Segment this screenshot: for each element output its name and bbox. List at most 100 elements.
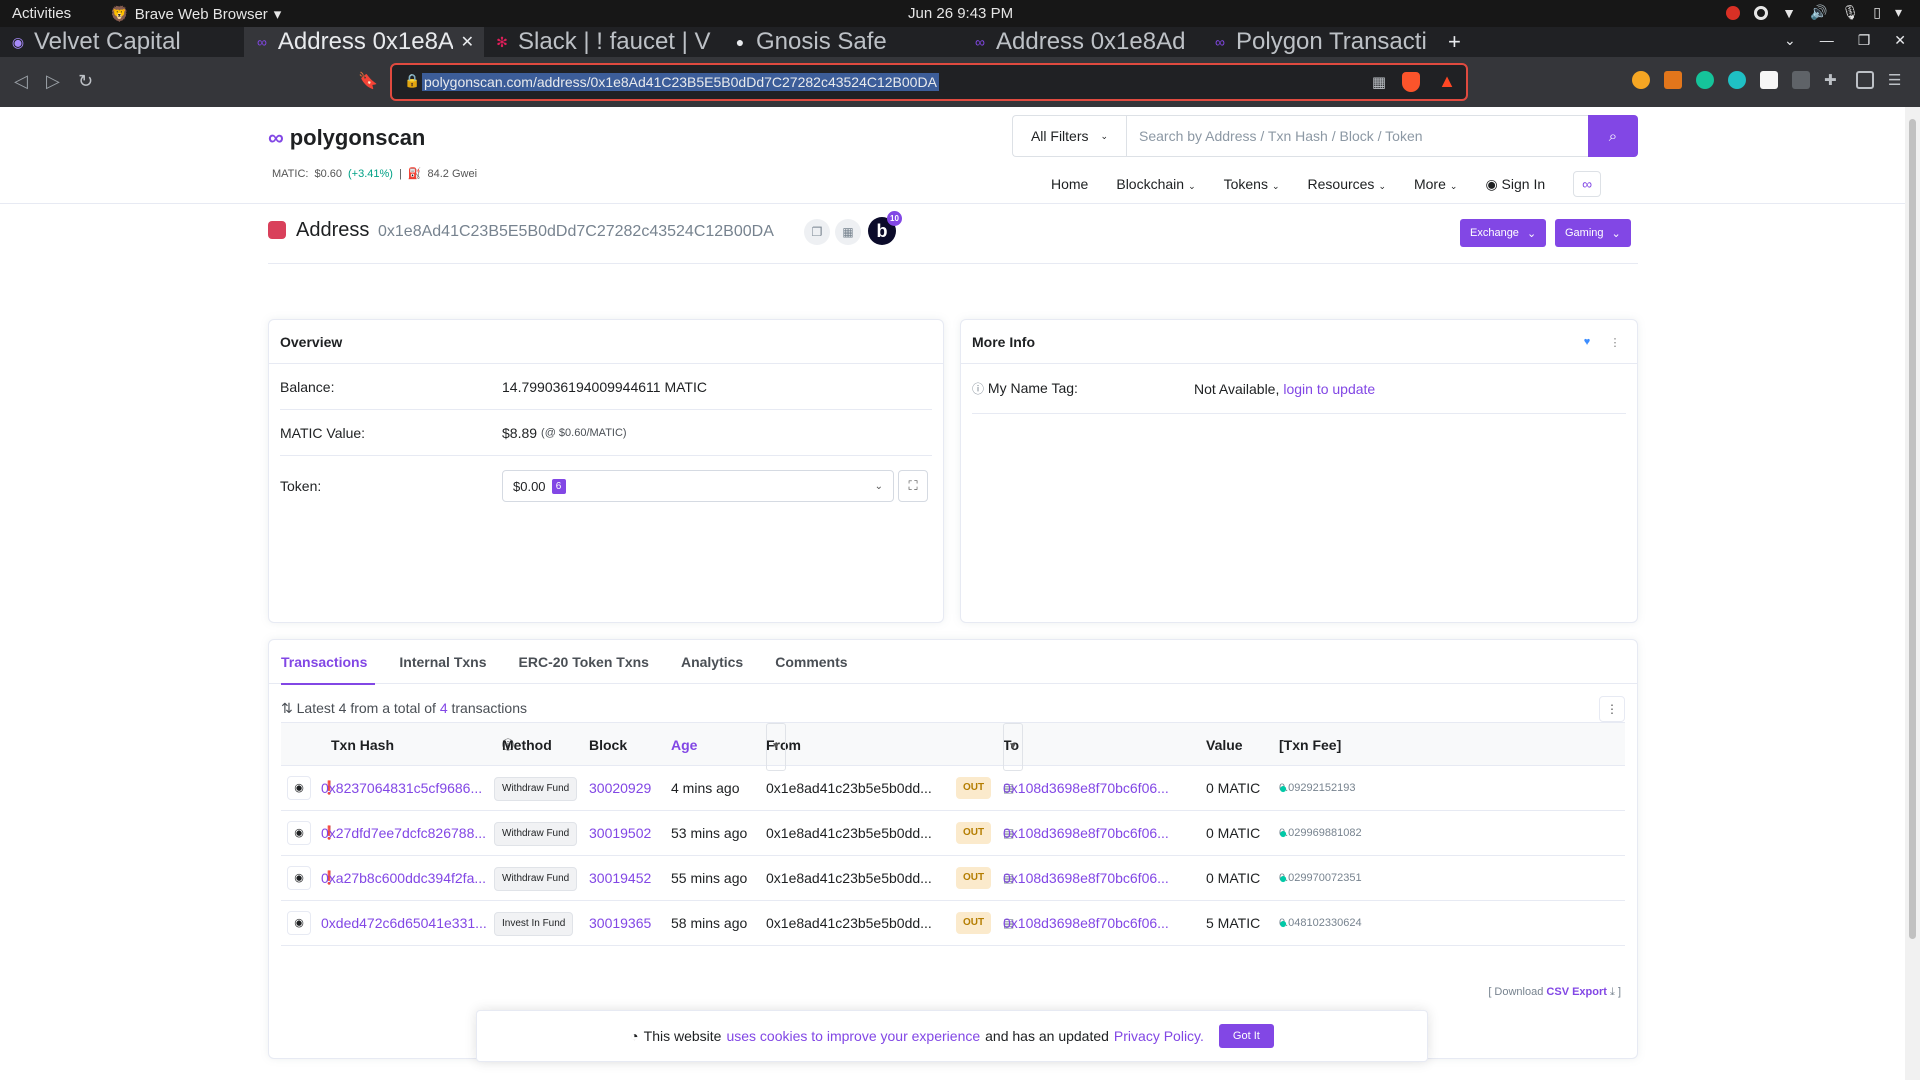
battery-icon: ▯ <box>1873 4 1881 20</box>
tab-comments[interactable]: Comments <box>775 640 863 684</box>
favorite-heart-icon[interactable]: ♥ <box>1577 332 1597 352</box>
block-link[interactable]: 30019502 <box>589 811 651 855</box>
gas-info-icon[interactable]: ● <box>1279 811 1287 855</box>
eye-preview-icon[interactable]: ◉ <box>287 911 311 935</box>
wallet-icon[interactable] <box>1856 71 1874 89</box>
block-link[interactable]: 30020929 <box>589 766 651 810</box>
close-tab-icon[interactable]: ✕ <box>461 32 474 52</box>
txn-hash-link[interactable]: 0x27dfd7ee7dcfc826788... <box>321 811 486 855</box>
reload-icon[interactable]: ↻ <box>78 71 93 92</box>
minimize-icon[interactable]: — <box>1820 32 1834 49</box>
gas-info-icon[interactable]: ● <box>1279 766 1287 810</box>
extension-pin-icon[interactable] <box>1760 71 1778 89</box>
url-text[interactable]: polygonscan.com/address/0x1e8Ad41C23B5E5… <box>422 73 939 91</box>
search-button[interactable]: ⌕ <box>1588 115 1638 157</box>
cookie-policy-link[interactable]: uses cookies to improve your experience <box>726 1028 980 1044</box>
new-tab-plus-icon[interactable]: + <box>1448 29 1461 55</box>
nav-blockchain[interactable]: Blockchain ⌄ <box>1116 176 1195 192</box>
power-menu-icon: ▾ <box>1894 4 1902 20</box>
tab-erc20-token-txns[interactable]: ERC-20 Token Txns <box>519 640 665 684</box>
tab-slack[interactable]: ✻ Slack | ! faucet | V <box>484 27 722 57</box>
eye-preview-icon[interactable]: ◉ <box>287 821 311 845</box>
gaming-button[interactable]: Gaming ⌄ <box>1555 219 1631 247</box>
eye-preview-icon[interactable]: ◉ <box>287 776 311 800</box>
system-tray[interactable]: ▼ 🔊 🎙 ▯ ▾ <box>1726 4 1902 21</box>
metamask-icon[interactable] <box>1664 71 1682 89</box>
privacy-policy-link[interactable]: Privacy Policy. <box>1114 1028 1204 1044</box>
tab-velvet-capital[interactable]: ◉ Velvet Capital <box>0 27 244 57</box>
to-address-link[interactable]: 0x108d3698e8f70bc6f06... <box>1003 766 1169 810</box>
hamburger-menu-icon[interactable]: ☰ <box>1888 71 1906 89</box>
block-link[interactable]: 30019365 <box>589 901 651 945</box>
filter-icon[interactable]: ▼ <box>1003 723 1023 771</box>
back-arrow-icon[interactable]: ◁ <box>14 71 28 92</box>
puzzle-extensions-icon[interactable]: ✚ <box>1824 71 1842 89</box>
nav-home[interactable]: Home <box>1051 176 1088 192</box>
app-menu[interactable]: 🦁 Brave Web Browser ▾ <box>110 5 281 24</box>
to-address-link[interactable]: 0x108d3698e8f70bc6f06... <box>1003 856 1169 900</box>
table-options-button[interactable]: ⋮ <box>1599 696 1625 722</box>
info-circle-icon[interactable]: ⓘ <box>502 723 514 767</box>
extension-help-icon[interactable] <box>1632 71 1650 89</box>
nav-more[interactable]: More ⌄ <box>1414 176 1457 192</box>
brave-rewards-icon[interactable]: ▲ <box>1438 71 1456 92</box>
cookie-got-it-button[interactable]: Got It <box>1218 1024 1274 1048</box>
col-age[interactable]: Age <box>671 723 697 767</box>
forward-arrow-icon[interactable]: ▷ <box>46 71 60 92</box>
expand-token-view-button[interactable]: ⛶ <box>898 470 928 502</box>
extension-swirl-icon[interactable] <box>1728 71 1746 89</box>
txn-hash-link[interactable]: 0xa27b8c600ddc394f2fa... <box>321 856 486 900</box>
page-scrollbar[interactable] <box>1905 107 1920 1080</box>
token-holdings-select[interactable]: $0.00 6 ⌄ <box>502 470 894 502</box>
more-options-icon: ⋮ <box>1606 702 1618 716</box>
gas-price[interactable]: 84.2 Gwei <box>428 168 478 180</box>
expand-icon: ⛶ <box>908 478 918 493</box>
tab-polygon-transactions[interactable]: ∞ Polygon Transacti <box>1202 27 1442 57</box>
tab-internal-txns[interactable]: Internal Txns <box>399 640 502 684</box>
to-address-link[interactable]: 0x108d3698e8f70bc6f06... <box>1003 901 1169 945</box>
qr-code-icon[interactable]: ▦ <box>835 219 861 245</box>
search-input[interactable] <box>1126 115 1588 157</box>
filter-icon[interactable]: ▼ <box>766 723 786 771</box>
gas-info-icon[interactable]: ● <box>1279 856 1287 900</box>
clock[interactable]: Jun 26 9:43 PM <box>908 5 1013 22</box>
maximize-icon[interactable]: ❐ <box>1858 32 1871 49</box>
tab-list-chevron-icon[interactable]: ⌄ <box>1784 32 1796 49</box>
activities-button[interactable]: Activities <box>12 5 71 22</box>
qr-code-icon[interactable]: ▦ <box>1372 73 1386 91</box>
brave-shields-icon[interactable] <box>1402 72 1420 92</box>
eye-preview-icon[interactable]: ◉ <box>287 866 311 890</box>
login-to-update-link[interactable]: login to update <box>1283 381 1375 397</box>
address-bar[interactable]: 🔒 polygonscan.com/address/0x1e8Ad41C23B5… <box>390 63 1468 101</box>
summary-count[interactable]: 4 <box>440 700 448 716</box>
tab-address-active[interactable]: ∞ Address 0x1e8A ✕ <box>244 27 484 57</box>
tab-gnosis-safe[interactable]: ● Gnosis Safe <box>722 27 962 57</box>
volume-icon: 🔊 <box>1810 4 1828 20</box>
tab-analytics[interactable]: Analytics <box>681 640 759 684</box>
csv-export-link[interactable]: CSV Export <box>1546 986 1607 998</box>
txn-hash-link[interactable]: 0xded472c6d65041e331... <box>321 901 487 945</box>
scrollbar-thumb[interactable] <box>1909 119 1916 939</box>
bookmark-icon[interactable]: 🔖 <box>358 71 378 91</box>
nav-sign-in[interactable]: ◉ Sign In <box>1485 176 1545 193</box>
nav-resources[interactable]: Resources ⌄ <box>1308 176 1386 192</box>
search-filter-select[interactable]: All Filters ⌄ <box>1012 115 1126 157</box>
block-link[interactable]: 30019452 <box>589 856 651 900</box>
close-window-icon[interactable]: ✕ <box>1894 32 1906 49</box>
copy-icon[interactable]: ❐ <box>804 219 830 245</box>
site-logo[interactable]: ∞ polygonscan <box>268 125 425 151</box>
tab-transactions[interactable]: Transactions <box>281 640 383 685</box>
more-options-icon[interactable]: ⋮ <box>1605 332 1625 352</box>
tab-address-2[interactable]: ∞ Address 0x1e8Ad <box>962 27 1202 57</box>
nav-tokens[interactable]: Tokens ⌄ <box>1224 176 1280 192</box>
lock-icon[interactable]: 🔒 <box>404 73 420 89</box>
exchange-button[interactable]: Exchange ⌄ <box>1460 219 1547 247</box>
to-address-link[interactable]: 0x108d3698e8f70bc6f06... <box>1003 811 1169 855</box>
txn-hash-link[interactable]: 0x8237064831c5cf9686... <box>321 766 482 810</box>
gas-info-icon[interactable]: ● <box>1279 901 1287 945</box>
network-switch-button[interactable]: ∞ <box>1573 171 1602 197</box>
from-address: 0x1e8ad41c23b5e5b0dd... <box>766 870 932 886</box>
blockscan-badge[interactable]: b 10 <box>868 211 902 245</box>
grammarly-icon[interactable] <box>1696 71 1714 89</box>
extension-box-icon[interactable] <box>1792 71 1810 89</box>
